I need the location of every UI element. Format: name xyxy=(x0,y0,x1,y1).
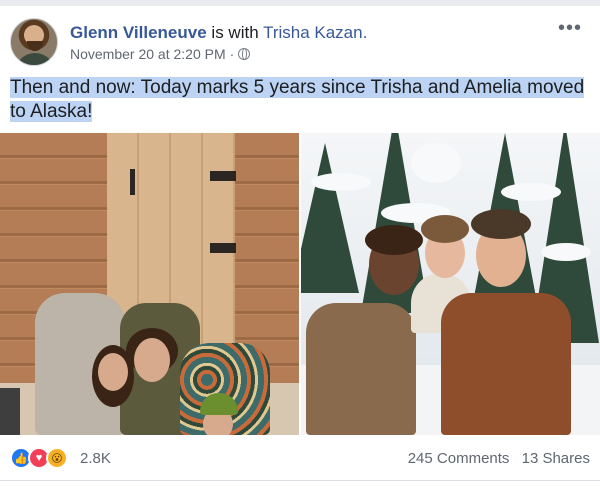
meta-separator: · xyxy=(229,46,235,62)
bottom-divider xyxy=(0,480,600,481)
author-avatar[interactable] xyxy=(10,18,58,66)
reaction-icons[interactable]: 👍 ♥ 😮 xyxy=(10,447,68,469)
with-text: is with xyxy=(206,23,264,42)
author-line: Glenn Villeneuve is with Trisha Kazan. xyxy=(70,23,367,43)
wow-icon: 😮 xyxy=(46,447,68,469)
family-snow-forest-photo[interactable] xyxy=(301,133,600,435)
reactions-count[interactable]: 2.8K xyxy=(80,450,111,467)
post-header: Glenn Villeneuve is with Trisha Kazan. N… xyxy=(10,18,590,70)
tagged-person-link[interactable]: Trisha Kazan. xyxy=(263,23,367,42)
comments-count-link[interactable]: 245 Comments xyxy=(408,450,510,467)
engagement-counts: 245 Comments 13 Shares xyxy=(408,450,590,467)
more-options-icon[interactable]: ••• xyxy=(558,18,582,38)
shares-count-link[interactable]: 13 Shares xyxy=(522,450,590,467)
post-text: Then and now: Today marks 5 years since … xyxy=(10,76,590,124)
globe-icon[interactable] xyxy=(238,48,251,60)
top-divider xyxy=(0,0,600,6)
family-cabin-photo[interactable] xyxy=(0,133,299,435)
post-text-content: Then and now: Today marks 5 years since … xyxy=(10,77,585,122)
author-name-link[interactable]: Glenn Villeneuve xyxy=(70,23,207,42)
reactions-bar: 👍 ♥ 😮 2.8K 245 Comments 13 Shares xyxy=(10,446,590,476)
post-timestamp[interactable]: November 20 at 2:20 PM xyxy=(70,46,226,62)
post-meta: November 20 at 2:20 PM · xyxy=(70,46,251,62)
